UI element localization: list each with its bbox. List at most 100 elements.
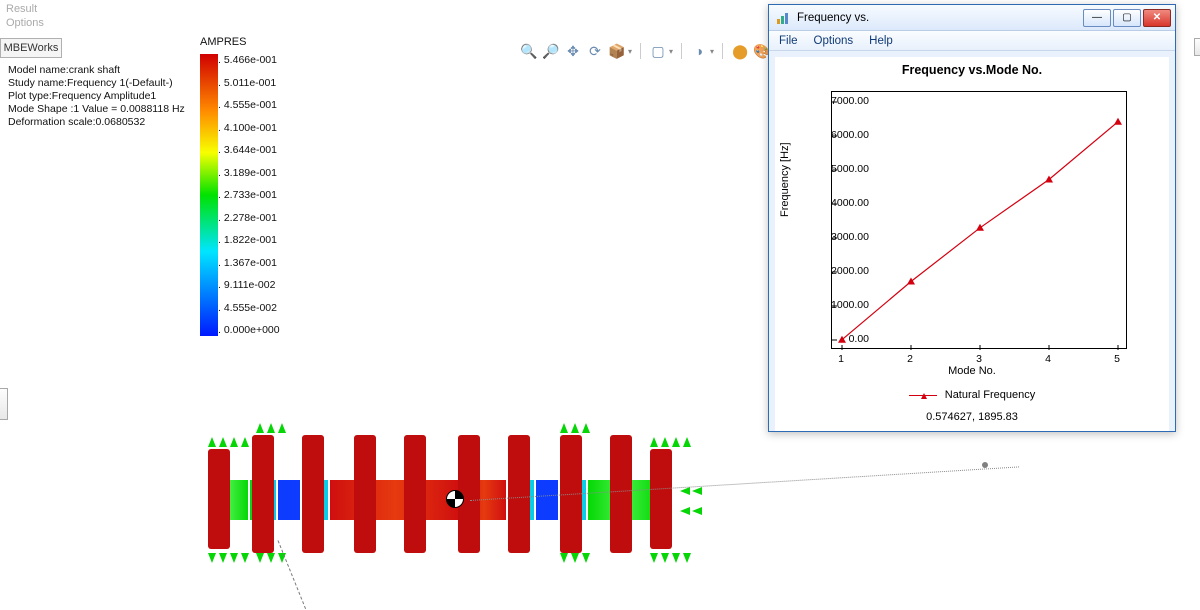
constraint-arrows bbox=[256, 423, 286, 433]
chart-menubar: File Options Help bbox=[769, 31, 1175, 51]
constraint-arrows bbox=[650, 437, 691, 447]
graphics-viewport[interactable] bbox=[160, 425, 740, 595]
chart-ytick: 5000.00 bbox=[831, 163, 869, 175]
constraint-arrows bbox=[560, 423, 590, 433]
menu-result: Result bbox=[6, 2, 44, 16]
chart-ytick: 1000.00 bbox=[831, 299, 869, 311]
appearance-icon[interactable]: ◑ bbox=[690, 42, 708, 60]
separator bbox=[722, 43, 723, 59]
chart-plot-area[interactable] bbox=[831, 91, 1127, 349]
model-name: crank shaft bbox=[69, 64, 120, 76]
study-name: Frequency 1(-Default-) bbox=[67, 77, 173, 89]
chart-legend: Natural Frequency bbox=[775, 389, 1169, 401]
constraint-arrows bbox=[560, 553, 590, 563]
constraint-arrows bbox=[208, 437, 249, 447]
separator bbox=[681, 43, 682, 59]
constraint-arrow bbox=[680, 507, 690, 515]
shaft-segment bbox=[536, 480, 558, 520]
legend-tick: 0.000e+000 bbox=[224, 324, 280, 336]
legend-tick: 4.555e-002 bbox=[224, 302, 280, 314]
axis-endpoint bbox=[982, 462, 988, 468]
chart-window: Frequency vs. — ▢ ✕ File Options Help Fr… bbox=[768, 4, 1176, 432]
chart-menu-file[interactable]: File bbox=[779, 35, 798, 47]
rotate-icon[interactable]: ⟳ bbox=[586, 42, 604, 60]
pan-icon[interactable]: ✥ bbox=[564, 42, 582, 60]
chart-titlebar[interactable]: Frequency vs. — ▢ ✕ bbox=[769, 5, 1175, 31]
crank-web bbox=[252, 435, 274, 553]
plot-label: Plot type: bbox=[8, 90, 52, 102]
dropdown-arrow-icon[interactable]: ▾ bbox=[669, 47, 673, 56]
chart-ytick: 4000.00 bbox=[831, 197, 869, 209]
legend-tick: 2.733e-001 bbox=[224, 189, 280, 201]
main-menu-disabled: Result Options bbox=[0, 0, 50, 32]
constraint-arrows bbox=[650, 553, 691, 563]
chart-ytick: 0.00 bbox=[849, 333, 869, 345]
legend-tick: 1.367e-001 bbox=[224, 257, 280, 269]
shaft-segment bbox=[278, 480, 300, 520]
crank-web bbox=[650, 449, 672, 549]
minimize-button[interactable]: — bbox=[1083, 9, 1111, 27]
crank-web bbox=[302, 435, 324, 553]
crank-web bbox=[610, 435, 632, 553]
study-label: Study name: bbox=[8, 77, 67, 89]
chart-xtick: 5 bbox=[1114, 353, 1120, 365]
chart-xlabel: Mode No. bbox=[775, 365, 1169, 377]
constraint-arrow bbox=[692, 507, 702, 515]
chart-heading: Frequency vs.Mode No. bbox=[775, 57, 1169, 77]
maximize-button[interactable]: ▢ bbox=[1113, 9, 1141, 27]
mode-label: Mode Shape : bbox=[8, 103, 73, 115]
constraint-arrows bbox=[256, 553, 286, 563]
perspective-icon[interactable]: 📦 bbox=[608, 42, 626, 60]
mode-value: 1 Value = 0.0088118 Hz bbox=[73, 103, 184, 115]
chart-ytick: 3000.00 bbox=[831, 231, 869, 243]
zoom-area-icon[interactable]: 🔎 bbox=[542, 42, 560, 60]
model-label: Model name: bbox=[8, 64, 69, 76]
cog-marker-icon bbox=[446, 490, 464, 508]
legend-swatch-icon bbox=[909, 395, 937, 396]
legend-colorbar bbox=[200, 54, 218, 336]
chart-xtick: 3 bbox=[976, 353, 982, 365]
separator bbox=[640, 43, 641, 59]
chart-menu-options[interactable]: Options bbox=[814, 35, 854, 47]
legend-tick: 5.011e-001 bbox=[224, 77, 280, 89]
zoom-in-icon[interactable]: 🔍 bbox=[520, 42, 538, 60]
legend-tick: 5.466e-001 bbox=[224, 54, 280, 66]
chart-ytick: 6000.00 bbox=[831, 129, 869, 141]
constraint-arrow bbox=[692, 487, 702, 495]
legend-ticks: 5.466e-001 5.011e-001 4.555e-001 4.100e-001… bbox=[224, 54, 280, 336]
crank-web bbox=[404, 435, 426, 553]
shaft-segment bbox=[330, 480, 460, 520]
chart-title-text: Frequency vs. bbox=[797, 12, 869, 24]
box-icon[interactable]: ▢ bbox=[649, 42, 667, 60]
chart-ytick: 2000.00 bbox=[831, 265, 869, 277]
study-info: Model name:crank shaft Study name:Freque… bbox=[8, 64, 185, 129]
constraint-arrow bbox=[680, 487, 690, 495]
chart-ylabel: Frequency [Hz] bbox=[779, 142, 791, 217]
legend-tick: 3.644e-001 bbox=[224, 144, 280, 156]
right-expand-handle[interactable] bbox=[1194, 38, 1200, 56]
dropdown-arrow-icon[interactable]: ▾ bbox=[628, 47, 632, 56]
plot-type: Frequency Amplitude1 bbox=[52, 90, 156, 102]
crank-web bbox=[354, 435, 376, 553]
legend-tick: 4.555e-001 bbox=[224, 99, 280, 111]
close-button[interactable]: ✕ bbox=[1143, 9, 1171, 27]
legend-tick: 1.822e-001 bbox=[224, 234, 280, 246]
legend-tick: 4.100e-001 bbox=[224, 122, 280, 134]
legend-title: AMPRES bbox=[200, 36, 320, 48]
color-swatch-icon[interactable]: ⬤ bbox=[731, 42, 749, 60]
color-legend: AMPRES 5.466e-001 5.011e-001 4.555e-001 4.1… bbox=[200, 36, 320, 336]
legend-tick: 9.111e-002 bbox=[224, 279, 280, 291]
crank-web bbox=[208, 449, 230, 549]
chart-xtick: 4 bbox=[1045, 353, 1051, 365]
tab-mbeworks[interactable]: MBEWorks bbox=[0, 38, 62, 58]
legend-tick: 2.278e-001 bbox=[224, 212, 280, 224]
tree-expand-handle[interactable] bbox=[0, 388, 8, 420]
deform-value: 0.0680532 bbox=[96, 116, 146, 128]
deform-label: Deformation scale: bbox=[8, 116, 96, 128]
dropdown-arrow-icon[interactable]: ▾ bbox=[710, 47, 714, 56]
chart-xtick: 2 bbox=[907, 353, 913, 365]
chart-menu-help[interactable]: Help bbox=[869, 35, 893, 47]
application-root: { "top_menu": { "result": "Result", "opt… bbox=[0, 0, 1200, 610]
chart-window-icon bbox=[775, 10, 791, 26]
chart-ytick: 7000.00 bbox=[831, 95, 869, 107]
